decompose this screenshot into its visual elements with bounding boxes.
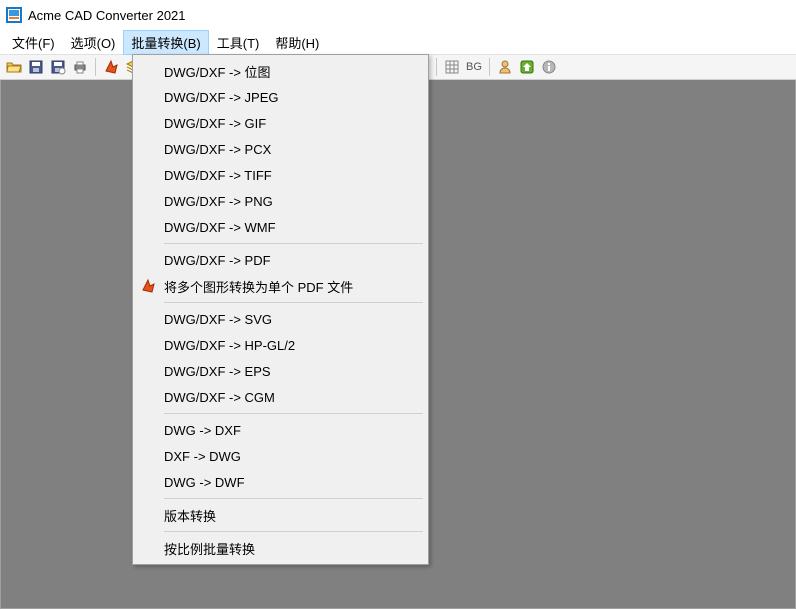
menu-file[interactable]: 文件(F)	[4, 30, 63, 55]
app-icon	[6, 7, 22, 23]
convert-icon[interactable]	[101, 57, 121, 77]
menu-item-label: DWG/DXF -> WMF	[164, 220, 276, 235]
dropdown-separator	[164, 413, 423, 414]
save-as-icon[interactable]	[48, 57, 68, 77]
menu-item-label: DWG/DXF -> JPEG	[164, 90, 278, 105]
menu-item-label: DWG/DXF -> EPS	[164, 364, 271, 379]
menubar: 文件(F) 选项(O) 批量转换(B) 工具(T) 帮助(H)	[0, 30, 796, 54]
info-icon[interactable]	[539, 57, 559, 77]
menu-item-dwg-dxf-to-eps[interactable]: DWG/DXF -> EPS	[136, 358, 425, 384]
menu-item-dwg-dxf-to-cgm[interactable]: DWG/DXF -> CGM	[136, 384, 425, 410]
save-icon[interactable]	[26, 57, 46, 77]
menu-options[interactable]: 选项(O)	[63, 30, 124, 55]
menu-item-label: DXF -> DWG	[164, 449, 241, 464]
toolbar-separator	[95, 58, 96, 76]
dropdown-separator	[164, 243, 423, 244]
print-icon[interactable]	[70, 57, 90, 77]
menu-item-label: DWG/DXF -> TIFF	[164, 168, 272, 183]
menu-item-dwg-dxf-to-jpeg[interactable]: DWG/DXF -> JPEG	[136, 84, 425, 110]
menu-item-label: 按比例批量转换	[164, 539, 255, 558]
menu-item-dwg-dxf-to-hpgl[interactable]: DWG/DXF -> HP-GL/2	[136, 332, 425, 358]
open-file-icon[interactable]	[4, 57, 24, 77]
menu-item-label: DWG/DXF -> HP-GL/2	[164, 338, 295, 353]
menu-help[interactable]: 帮助(H)	[267, 30, 327, 55]
menu-tools[interactable]: 工具(T)	[209, 30, 268, 55]
menu-item-dwg-dxf-to-svg[interactable]: DWG/DXF -> SVG	[136, 306, 425, 332]
menu-item-version-convert[interactable]: 版本转换	[136, 502, 425, 528]
menu-item-dwg-dxf-to-pdf[interactable]: DWG/DXF -> PDF	[136, 247, 425, 273]
titlebar: Acme CAD Converter 2021	[0, 0, 796, 30]
app-title: Acme CAD Converter 2021	[28, 8, 186, 23]
menu-item-label: 将多个图形转换为单个 PDF 文件	[164, 277, 353, 296]
menu-item-label: DWG/DXF -> GIF	[164, 116, 266, 131]
user-icon[interactable]	[495, 57, 515, 77]
menu-item-label: DWG/DXF -> 位图	[164, 62, 271, 81]
menu-item-dwg-dxf-to-pcx[interactable]: DWG/DXF -> PCX	[136, 136, 425, 162]
menu-item-label: DWG/DXF -> PNG	[164, 194, 273, 209]
bg-label[interactable]: BG	[464, 61, 484, 73]
home-icon[interactable]	[517, 57, 537, 77]
convert-icon	[140, 278, 156, 294]
menu-item-multi-to-single-pdf[interactable]: 将多个图形转换为单个 PDF 文件	[136, 273, 425, 299]
menu-item-label: DWG -> DXF	[164, 423, 241, 438]
menu-item-dwg-dxf-to-gif[interactable]: DWG/DXF -> GIF	[136, 110, 425, 136]
menu-item-dwg-dxf-to-png[interactable]: DWG/DXF -> PNG	[136, 188, 425, 214]
menu-item-dwg-to-dxf[interactable]: DWG -> DXF	[136, 417, 425, 443]
menu-item-label: DWG/DXF -> PDF	[164, 253, 271, 268]
toolbar-separator	[436, 58, 437, 76]
dropdown-separator	[164, 531, 423, 532]
menu-batch-convert[interactable]: 批量转换(B)	[123, 30, 208, 55]
dropdown-separator	[164, 302, 423, 303]
menu-item-label: DWG -> DWF	[164, 475, 245, 490]
grid-icon[interactable]	[442, 57, 462, 77]
menu-item-label: DWG/DXF -> SVG	[164, 312, 272, 327]
menu-item-dxf-to-dwg[interactable]: DXF -> DWG	[136, 443, 425, 469]
toolbar-separator	[489, 58, 490, 76]
menu-item-dwg-dxf-to-tiff[interactable]: DWG/DXF -> TIFF	[136, 162, 425, 188]
menu-item-scale-batch-convert[interactable]: 按比例批量转换	[136, 535, 425, 561]
menu-item-dwg-dxf-to-wmf[interactable]: DWG/DXF -> WMF	[136, 214, 425, 240]
menu-item-label: 版本转换	[164, 506, 216, 525]
menu-item-label: DWG/DXF -> CGM	[164, 390, 275, 405]
batch-convert-dropdown: DWG/DXF -> 位图 DWG/DXF -> JPEG DWG/DXF ->…	[132, 54, 429, 565]
dropdown-separator	[164, 498, 423, 499]
menu-item-dwg-to-dwf[interactable]: DWG -> DWF	[136, 469, 425, 495]
menu-item-dwg-dxf-to-bitmap[interactable]: DWG/DXF -> 位图	[136, 58, 425, 84]
menu-item-label: DWG/DXF -> PCX	[164, 142, 271, 157]
